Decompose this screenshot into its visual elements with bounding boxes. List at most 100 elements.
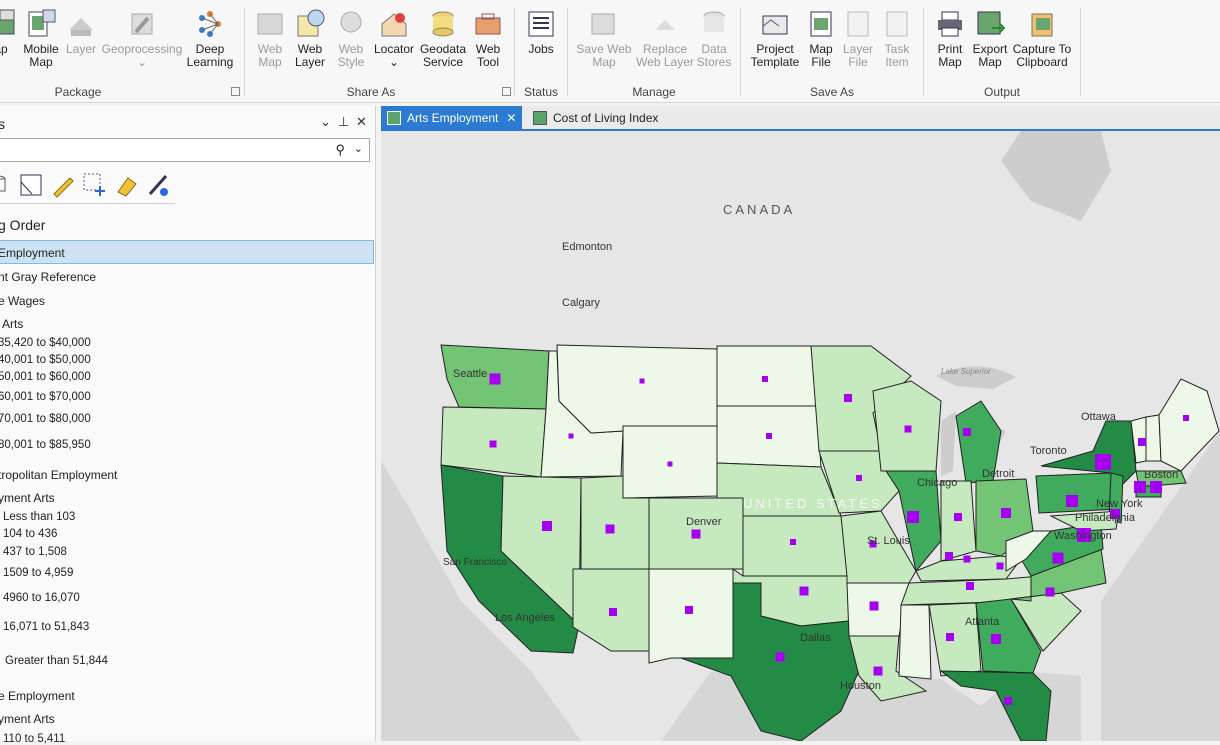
pencil-icon[interactable] bbox=[50, 172, 76, 198]
tab-arts-employment[interactable]: Arts Employment ✕ bbox=[381, 106, 523, 131]
web-map-button[interactable]: Web Map bbox=[252, 8, 288, 69]
add-selection-icon[interactable] bbox=[82, 172, 108, 198]
metro-symbol[interactable] bbox=[1004, 697, 1012, 705]
metro-symbol[interactable] bbox=[1134, 481, 1146, 493]
data-stores-button[interactable]: Data Stores bbox=[696, 8, 732, 69]
metro-symbol[interactable] bbox=[996, 562, 1004, 570]
geodata-service-button[interactable]: Geodata Service bbox=[418, 8, 468, 69]
metro-symbol[interactable] bbox=[856, 475, 862, 481]
metro-symbol[interactable] bbox=[542, 521, 552, 531]
metro-symbol[interactable] bbox=[1045, 587, 1055, 597]
web-tool-button[interactable]: Web Tool bbox=[470, 8, 506, 69]
metro-symbol[interactable] bbox=[963, 428, 971, 436]
legend-size-7: Greater than 51,844 bbox=[5, 655, 108, 667]
metro-symbol[interactable] bbox=[1052, 552, 1064, 564]
metro-symbol[interactable] bbox=[1138, 438, 1146, 446]
pane-title: s bbox=[0, 116, 5, 132]
metro-symbol[interactable] bbox=[775, 652, 785, 662]
toolbox-icon bbox=[475, 13, 501, 35]
metro-symbol[interactable] bbox=[685, 606, 693, 614]
metro-symbol[interactable] bbox=[904, 425, 912, 433]
web-layer-button[interactable]: Web Layer bbox=[290, 8, 330, 69]
metro-symbol[interactable] bbox=[954, 513, 962, 521]
label-canada: CANADA bbox=[723, 202, 795, 217]
labeling-icon[interactable] bbox=[114, 172, 140, 198]
metro-symbol[interactable] bbox=[966, 582, 974, 590]
metro-symbol[interactable] bbox=[605, 524, 615, 534]
package-dialog-launcher-icon[interactable] bbox=[231, 87, 240, 96]
share-as-dialog-launcher-icon[interactable] bbox=[502, 87, 511, 96]
map-view[interactable]: CANADA Edmonton Calgary Ottawa Toronto D… bbox=[381, 131, 1220, 741]
metro-symbol[interactable] bbox=[766, 433, 772, 439]
layer-state-employment[interactable]: e Employment bbox=[0, 689, 75, 703]
metro-symbol[interactable] bbox=[568, 433, 574, 439]
metro-symbol[interactable] bbox=[609, 608, 617, 616]
metro-symbol[interactable] bbox=[790, 539, 796, 545]
metro-symbol[interactable] bbox=[1001, 508, 1011, 518]
deep-learning-button[interactable]: Deep Learning bbox=[184, 8, 236, 69]
search-options-chevron-icon[interactable]: ⌄ bbox=[354, 142, 363, 155]
label-united-states: UNITED STATES bbox=[743, 496, 883, 511]
label-washington: Washington bbox=[1054, 530, 1112, 542]
geoprocessing-button[interactable]: Geoprocessing ⌄ bbox=[101, 8, 183, 69]
pin-icon[interactable]: ⊥ bbox=[338, 114, 349, 130]
metro-symbol[interactable] bbox=[762, 376, 768, 382]
map-tab-icon bbox=[533, 111, 547, 125]
metro-symbol[interactable] bbox=[639, 378, 645, 384]
state-kansas[interactable] bbox=[742, 515, 848, 577]
map-tool-button[interactable]: ap bbox=[0, 8, 16, 56]
mobile-map-button[interactable]: Mobile Map bbox=[20, 8, 62, 69]
metro-symbol[interactable] bbox=[873, 666, 883, 676]
metro-symbol[interactable] bbox=[1150, 481, 1162, 493]
metro-symbol[interactable] bbox=[799, 586, 809, 596]
group-status-label: Status bbox=[523, 85, 559, 99]
layer-light-gray-reference[interactable]: nt Gray Reference bbox=[0, 270, 96, 284]
legend-size-5: 4960 to 16,070 bbox=[3, 592, 80, 604]
metro-symbol[interactable] bbox=[1066, 495, 1078, 507]
pane-options-chevron-icon[interactable]: ⌄ bbox=[320, 114, 331, 130]
label-calgary: Calgary bbox=[562, 297, 600, 309]
locator-button[interactable]: Locator ⌄ bbox=[372, 8, 416, 69]
metro-symbol[interactable] bbox=[489, 440, 497, 448]
metro-symbol[interactable] bbox=[1095, 454, 1111, 470]
metro-symbol[interactable] bbox=[489, 373, 501, 385]
export-map-button[interactable]: Export Map bbox=[970, 8, 1010, 69]
close-tab-icon[interactable]: ✕ bbox=[506, 111, 516, 125]
print-map-button[interactable]: Print Map bbox=[930, 8, 970, 69]
replace-web-layer-button[interactable]: Replace Web Layer bbox=[634, 8, 696, 69]
map-canvas[interactable]: CANADA Edmonton Calgary Ottawa Toronto D… bbox=[381, 131, 1220, 741]
metro-symbol[interactable] bbox=[991, 634, 1001, 644]
capture-to-clipboard-button[interactable]: Capture To Clipboard bbox=[1012, 8, 1072, 69]
metro-symbol[interactable] bbox=[907, 511, 919, 523]
metro-symbol[interactable] bbox=[946, 633, 954, 641]
map-file-button[interactable]: Map File bbox=[804, 8, 838, 69]
metro-symbol[interactable] bbox=[844, 394, 852, 402]
list-by-data-source-icon[interactable] bbox=[0, 172, 16, 198]
metro-symbol[interactable] bbox=[963, 555, 971, 563]
tab-cost-of-living-index[interactable]: Cost of Living Index bbox=[527, 106, 664, 131]
jobs-button[interactable]: Jobs bbox=[522, 8, 560, 56]
layer-button[interactable]: Layer bbox=[64, 8, 98, 56]
layer-arts-employment[interactable]: Employment bbox=[0, 246, 65, 260]
snapping-icon[interactable] bbox=[146, 172, 172, 198]
metro-symbol[interactable] bbox=[691, 529, 701, 539]
state-new-hampshire[interactable] bbox=[1145, 414, 1162, 462]
layer-average-wages[interactable]: e Wages bbox=[0, 294, 45, 308]
list-by-drawing-order-icon[interactable] bbox=[18, 172, 44, 198]
metro-symbol[interactable] bbox=[869, 601, 879, 611]
state-montana[interactable] bbox=[556, 344, 718, 434]
search-icon[interactable]: ⚲ bbox=[335, 142, 345, 158]
state-mississippi[interactable] bbox=[898, 604, 932, 680]
project-template-button[interactable]: Project Template bbox=[748, 8, 802, 69]
save-web-map-button[interactable]: Save Web Map bbox=[576, 8, 632, 69]
search-input[interactable]: ⚲ ⌄ bbox=[0, 138, 370, 162]
web-style-button[interactable]: Web Style bbox=[332, 8, 370, 69]
metro-symbol[interactable] bbox=[945, 552, 953, 560]
close-icon[interactable]: ✕ bbox=[356, 114, 367, 130]
metro-symbol[interactable] bbox=[1183, 415, 1189, 421]
state-new-mexico[interactable] bbox=[648, 568, 734, 664]
layer-file-button[interactable]: Layer File bbox=[840, 8, 876, 69]
layer-metropolitan-employment[interactable]: tropolitan Employment bbox=[0, 468, 117, 482]
metro-symbol[interactable] bbox=[667, 461, 673, 467]
task-item-button[interactable]: Task Item bbox=[878, 8, 916, 69]
